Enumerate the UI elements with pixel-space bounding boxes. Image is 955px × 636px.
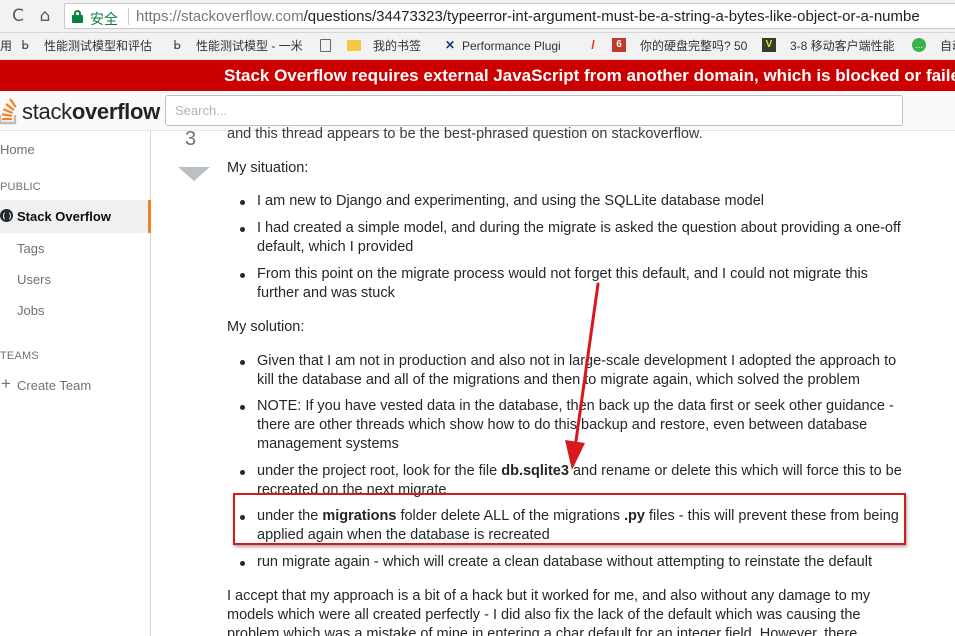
- sidebar-item-tags[interactable]: Tags: [17, 241, 44, 256]
- sidebar-item-home[interactable]: Home: [0, 142, 35, 157]
- wechat-icon: …: [912, 38, 926, 52]
- app-icon: 6: [612, 38, 626, 52]
- tools-icon: ✕: [444, 38, 456, 52]
- list-item: NOTE: If you have vested data in the dat…: [240, 397, 907, 454]
- bookmark-apps[interactable]: 用: [0, 38, 12, 55]
- sidebar-item-stack-overflow[interactable]: Stack Overflow: [17, 209, 111, 224]
- globe-icon: [0, 209, 13, 222]
- wrench-icon: ᖯ: [21, 38, 29, 52]
- bookmark-perf-model[interactable]: 性能测试模型 - 一米: [196, 38, 303, 55]
- app-icon: V: [762, 38, 776, 52]
- url-host: https://stackoverflow.com: [136, 8, 304, 25]
- bold-filename: db.sqlite3: [501, 463, 569, 479]
- wrench-icon: ᖯ: [173, 38, 181, 52]
- stackoverflow-logo-icon[interactable]: [0, 97, 22, 125]
- bookmark-performance-plugin[interactable]: Performance Plugi: [462, 38, 561, 55]
- sidebar-section-public: PUBLIC: [0, 181, 41, 193]
- sidebar-item-jobs[interactable]: Jobs: [17, 303, 44, 318]
- logo-word-overflow: overflow: [71, 99, 160, 124]
- bookmark-auto[interactable]: 自动: [940, 38, 955, 55]
- sidebar-item-users[interactable]: Users: [17, 272, 51, 287]
- banner-text: Stack Overflow requires external JavaScr…: [224, 66, 955, 85]
- solution-heading: My solution:: [227, 319, 305, 335]
- sidebar-item-create-team[interactable]: Create Team: [17, 378, 91, 393]
- url-divider: [128, 8, 129, 25]
- plus-icon: +: [1, 374, 11, 393]
- bookmark-mobile-perf[interactable]: 3-8 移动客户端性能: [790, 38, 895, 55]
- url-field[interactable]: 安全 https://stackoverflow.com/questions/3…: [64, 3, 955, 29]
- clipped-text-line: and this thread appears to be the best-p…: [227, 126, 703, 142]
- list-item: I am new to Django and experimenting, an…: [240, 192, 907, 211]
- situation-heading: My situation:: [227, 160, 309, 176]
- javascript-warning-banner: Stack Overflow requires external JavaScr…: [0, 60, 955, 91]
- bookmarks-bar: 用 ᖯ 性能测试模型和评估 ᖯ 性能测试模型 - 一米 我的书签 ✕ Perfo…: [0, 33, 955, 60]
- vote-count: 3: [185, 128, 197, 150]
- logo-word-stack: stack: [22, 99, 72, 124]
- page-icon: [320, 39, 331, 52]
- folder-icon: [347, 40, 361, 51]
- search-box: [165, 95, 903, 126]
- browser-address-bar: C ⌂ 安全 https://stackoverflow.com/questio…: [0, 0, 955, 33]
- secure-label: 安全: [90, 11, 118, 27]
- pen-icon: /: [591, 38, 595, 52]
- list-item: run migrate again - which will create a …: [240, 553, 907, 572]
- reload-icon[interactable]: C: [7, 5, 29, 27]
- lock-icon: [72, 10, 83, 23]
- highlight-annotation-box: [233, 493, 906, 545]
- url-path: /questions/34473323/typeerror-int-argume…: [303, 8, 920, 25]
- list-item: Given that I am not in production and al…: [240, 352, 907, 390]
- closing-paragraph: I accept that my approach is a bit of a …: [227, 588, 871, 636]
- list-item: From this point on the migrate process w…: [240, 265, 907, 303]
- list-item: I had created a simple model, and during…: [240, 219, 907, 257]
- sidebar-section-teams: TEAMS: [0, 350, 39, 362]
- stackoverflow-logo-text[interactable]: stackoverflow: [22, 99, 160, 125]
- left-sidebar: Home PUBLIC Stack Overflow Tags Users Jo…: [0, 131, 151, 636]
- bookmark-disk-check[interactable]: 你的硬盘完整吗? 50: [640, 38, 747, 55]
- home-icon[interactable]: ⌂: [34, 5, 56, 27]
- bookmark-my-bookmarks[interactable]: 我的书签: [373, 38, 421, 55]
- text-run: under the project root, look for the fil…: [257, 463, 502, 479]
- downvote-arrow-icon[interactable]: [178, 167, 210, 181]
- url-text: https://stackoverflow.com/questions/3447…: [136, 8, 920, 25]
- bookmark-perf-model-eval[interactable]: 性能测试模型和评估: [44, 38, 152, 55]
- search-input[interactable]: [166, 96, 902, 125]
